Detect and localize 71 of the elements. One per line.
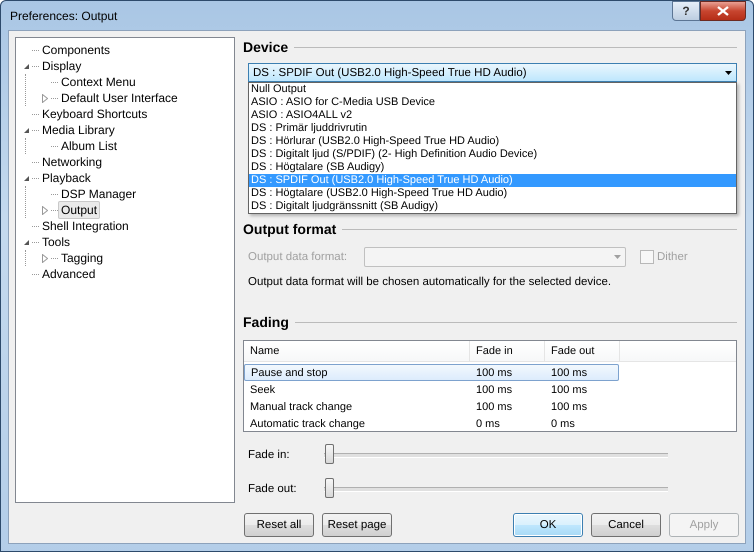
close-icon (717, 6, 729, 16)
collapse-triangle-icon[interactable] (22, 238, 30, 246)
table-cell-text: 100 ms (475, 400, 514, 412)
dropdown-arrow-icon (725, 70, 732, 74)
expand-triangle-icon[interactable] (42, 94, 48, 102)
table-row[interactable]: Automatic track change 0 ms 0 ms (244, 415, 736, 432)
tree-item[interactable]: Album List (58, 137, 120, 155)
tree-item[interactable]: Shell Integration (39, 217, 132, 235)
tree-item[interactable]: Default User Interface (58, 89, 181, 107)
tree-item[interactable]: Display (39, 57, 84, 75)
tree-item[interactable]: Components (39, 41, 114, 59)
tree-item[interactable]: Playback (39, 169, 94, 187)
section-heading: Device (243, 39, 288, 55)
dropdown-option[interactable]: DS : Hörlurar (USB2.0 High-Speed True HD Audio) (249, 135, 736, 148)
close-button[interactable] (700, 1, 746, 21)
tree-item[interactable]: Keyboard Shortcuts (39, 105, 150, 123)
dropdown-arrow-icon (614, 255, 621, 259)
expand-triangle-icon[interactable] (42, 206, 48, 214)
table-cell-text: 100 ms (550, 384, 588, 396)
device-dropdown[interactable]: DS : SPDIF Out (USB2.0 High-Speed True HD Audio) (248, 63, 737, 82)
section-heading: Output format (243, 221, 336, 237)
dialog-button[interactable]: Reset all (244, 513, 314, 537)
table-cell-text: Manual track change (249, 400, 354, 412)
window-title: Preferences: Output (9, 8, 118, 22)
table-row[interactable]: Pause and stop 100 ms 100 ms (244, 364, 619, 381)
dropdown-option[interactable]: DS : Högtalare (SB Audigy) (249, 161, 736, 174)
column-header[interactable]: Fade in (470, 341, 545, 361)
field-label: Output data format: (248, 251, 348, 263)
dropdown-option[interactable]: DS : Digitalt ljud (S/PDIF) (2- High Definition Audio Device) (249, 148, 736, 161)
dialog-button[interactable]: Cancel (591, 513, 661, 537)
table-cell-text: 100 ms (475, 384, 514, 396)
table-cell-text: 0 ms (550, 418, 576, 430)
tree-item[interactable]: Advanced (39, 265, 98, 283)
column-header[interactable]: Fade out (545, 341, 620, 361)
table-cell-text: 100 ms (475, 366, 514, 378)
column-header[interactable]: Name (244, 341, 470, 361)
dropdown-option[interactable]: DS : Digitalt ljudgränssnitt (SB Audigy) (249, 200, 736, 213)
dropdown-option[interactable]: DS : Högtalare (USB2.0 High-Speed True HD Audio) (249, 187, 736, 200)
table-cell-text: Automatic track change (249, 418, 366, 430)
table-row[interactable]: Manual track change 100 ms 100 ms (244, 398, 736, 415)
collapse-triangle-icon[interactable] (22, 62, 30, 70)
collapse-triangle-icon[interactable] (22, 174, 30, 182)
table-cell-text: Pause and stop (250, 366, 328, 378)
table-cell-text: 100 ms (550, 400, 588, 412)
dropdown-option[interactable]: ASIO : ASIO4ALL v2 (249, 109, 736, 122)
dropdown-option[interactable]: ASIO : ASIO for C-Media USB Device (249, 96, 736, 109)
table-row[interactable]: Seek 100 ms 100 ms (244, 381, 736, 398)
expand-triangle-icon[interactable] (42, 254, 48, 262)
dialog-button[interactable]: Reset page (322, 513, 392, 537)
dropdown-option[interactable]: DS : Primär ljuddrivrutin (249, 122, 736, 135)
default-button[interactable]: OK (513, 513, 583, 537)
slider-label: Fade out: (247, 483, 298, 495)
tree-item[interactable]: Tagging (58, 249, 106, 267)
slider-thumb[interactable] (325, 478, 334, 498)
section-heading: Fading (243, 314, 289, 330)
dropdown-option[interactable]: Null Output (249, 83, 736, 96)
table-cell-text: 100 ms (550, 366, 588, 378)
tree-item[interactable]: Output (58, 201, 100, 219)
tree-item[interactable]: Media Library (39, 121, 118, 139)
info-text: Output data format will be chosen automatically for the selected device. (248, 276, 612, 288)
help-button[interactable]: ? (672, 1, 700, 21)
tree-item[interactable]: DSP Manager (58, 185, 140, 203)
collapse-triangle-icon[interactable] (22, 126, 30, 134)
table-cell-text: Seek (249, 384, 276, 396)
table-cell-text: 0 ms (475, 418, 501, 430)
tree-item[interactable]: Context Menu (58, 73, 139, 91)
slider-thumb[interactable] (325, 444, 334, 464)
slider-label: Fade in: (247, 449, 291, 461)
tree-item[interactable]: Networking (39, 153, 106, 171)
checkbox-label: Dither (657, 251, 688, 263)
tree-item[interactable]: Tools (39, 233, 74, 251)
